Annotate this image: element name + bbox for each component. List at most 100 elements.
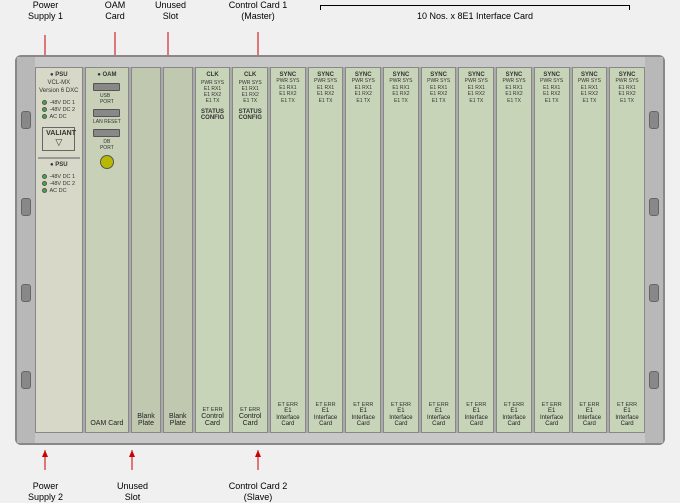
ctrl1-config: CONFIG — [201, 115, 224, 121]
led-row: AC DC — [42, 188, 75, 194]
e1-card-10: SYNC PWR SYSE1 RX1E1 RX2E1 TX ET ERR E1 … — [609, 67, 645, 433]
e1-8-label: E1 InterfaceCard — [537, 408, 567, 428]
led-green — [42, 107, 47, 112]
oam-indicator — [100, 155, 114, 169]
e1-card-8: SYNC PWR SYSE1 RX1E1 RX2E1 TX ET ERR E1 … — [534, 67, 570, 433]
mount-hole — [649, 371, 659, 389]
e1-card-6: SYNC PWR SYSE1 RX1E1 RX2E1 TX ET ERR E1 … — [458, 67, 494, 433]
led-label: -48V DC 2 — [49, 181, 75, 187]
led-label: -48V DC 1 — [49, 174, 75, 180]
oam-db-port — [93, 129, 120, 137]
led-label: AC DC — [49, 114, 66, 120]
label-control-card-2: Control Card 2 (Slave) — [218, 481, 298, 503]
label-unused-slot-2: Unused Slot — [110, 481, 155, 503]
e1-7-leds: PWR SYSE1 RX1E1 RX2E1 TX — [502, 78, 525, 104]
control-card-2-slot: CLK PWR SYSE1 RX1E1 RX2E1 TX STATUS CONF… — [232, 67, 268, 433]
ctrl2-leds: PWR SYSE1 RX1E1 RX2E1 TX — [235, 78, 265, 106]
label-power-supply-1: Power Supply 1 — [18, 0, 73, 22]
led-row: AC DC — [42, 114, 75, 120]
brand-v-icon: ▽ — [46, 137, 71, 148]
e1-3-leds: PWR SYSE1 RX1E1 RX2E1 TX — [352, 78, 375, 104]
e1-5-label: E1 InterfaceCard — [424, 408, 454, 428]
e1-card-1: SYNC PWR SYSE1 RX1E1 RX2E1 TX ET ERR E1 … — [270, 67, 306, 433]
led-label: -48V DC 1 — [49, 100, 75, 106]
led-green — [42, 188, 47, 193]
mount-hole — [21, 284, 31, 302]
brand-name: VALIANT — [46, 130, 71, 137]
e1-card-7: SYNC PWR SYSE1 RX1E1 RX2E1 TX ET ERR E1 … — [496, 67, 532, 433]
e1-card-9: SYNC PWR SYSE1 RX1E1 RX2E1 TX ET ERR E1 … — [572, 67, 608, 433]
blank1-label: Blank Plate — [137, 413, 155, 428]
label-control-card-1: Control Card 1 (Master) — [218, 0, 298, 22]
blank2-label: Blank Plate — [169, 413, 187, 428]
h-divider — [38, 157, 80, 159]
ctrl2-pwr: PWR SYSE1 RX1E1 RX2E1 TX — [237, 80, 263, 104]
e1-10-label: E1 InterfaceCard — [612, 408, 642, 428]
mount-hole — [649, 284, 659, 302]
e1-2-leds: PWR SYSE1 RX1E1 RX2E1 TX — [314, 78, 337, 104]
ear-right — [645, 57, 663, 443]
mount-hole — [21, 111, 31, 129]
ctrl2-slot-label: Control Card — [239, 413, 262, 428]
led-green — [42, 174, 47, 179]
psu1-slot: ● PSU VCL-MX Version 6 DXC -48V DC 1 -48… — [35, 67, 83, 433]
label-unused-slot: Unused Slot — [148, 0, 193, 22]
e1-4-leds: PWR SYSE1 RX1E1 RX2E1 TX — [389, 78, 412, 104]
page-wrapper: Power Supply 1 OAM Card Unused Slot Cont… — [0, 0, 680, 503]
e1-6-label: E1 InterfaceCard — [461, 408, 491, 428]
e1-card-4: SYNC PWR SYSE1 RX1E1 RX2E1 TX ET ERR E1 … — [383, 67, 419, 433]
mount-hole — [649, 111, 659, 129]
e1-9-label: E1 InterfaceCard — [575, 408, 605, 428]
e1-card-5: SYNC PWR SYSE1 RX1E1 RX2E1 TX ET ERR E1 … — [421, 67, 457, 433]
e1-6-leds: PWR SYSE1 RX1E1 RX2E1 TX — [465, 78, 488, 104]
label-oam-card: OAM Card — [95, 0, 135, 22]
led-green — [42, 100, 47, 105]
oam-lan-port — [93, 109, 120, 117]
psu2-leds: -48V DC 1 -48V DC 2 AC DC — [42, 173, 75, 195]
ctrl1-pwr: PWR SYSE1 RX1E1 RX2E1 TX — [200, 80, 226, 104]
e1-4-label: E1 InterfaceCard — [386, 408, 416, 428]
label-ten-nos: 10 Nos. x 8E1 Interface Card — [320, 5, 630, 22]
oam-slot: ● OAM USBPORT LAN RESET DBPORT OAM Card — [85, 67, 130, 433]
oam-db-label: DBPORT — [100, 139, 114, 151]
led-green — [42, 114, 47, 119]
e1-card-2: SYNC PWR SYSE1 RX1E1 RX2E1 TX ET ERR E1 … — [308, 67, 344, 433]
ctrl2-config: CONFIG — [239, 115, 262, 121]
e1-10-leds: PWR SYSE1 RX1E1 RX2E1 TX — [616, 78, 639, 104]
oam-lan-label: LAN RESET — [93, 119, 121, 125]
oam-slot-label: OAM Card — [90, 420, 123, 428]
e1-8-leds: PWR SYSE1 RX1E1 RX2E1 TX — [540, 78, 563, 104]
label-power-supply-2: Power Supply 2 — [18, 481, 73, 503]
chassis: ● PSU VCL-MX Version 6 DXC -48V DC 1 -48… — [15, 55, 665, 445]
mount-hole — [21, 198, 31, 216]
e1-1-leds: PWR SYSE1 RX1E1 RX2E1 TX — [276, 78, 299, 104]
blank-slot-2: Blank Plate — [163, 67, 193, 433]
oam-label: ● OAM — [97, 72, 116, 78]
oam-usb-label: USBPORT — [100, 93, 114, 105]
mount-hole — [21, 371, 31, 389]
psu1-label: ● PSU — [50, 72, 68, 78]
e1-7-label: E1 InterfaceCard — [499, 408, 529, 428]
led-row: -48V DC 1 — [42, 100, 75, 106]
psu2-small-label: ● PSU — [50, 162, 68, 168]
e1-card-3: SYNC PWR SYSE1 RX1E1 RX2E1 TX ET ERR E1 … — [345, 67, 381, 433]
led-label: AC DC — [49, 188, 66, 194]
ear-left — [17, 57, 35, 443]
e1-3-label: E1 InterfaceCard — [348, 408, 378, 428]
led-green — [42, 181, 47, 186]
e1-2-label: E1 InterfaceCard — [311, 408, 341, 428]
slots-container: ● PSU VCL-MX Version 6 DXC -48V DC 1 -48… — [35, 67, 645, 433]
led-row: -48V DC 2 — [42, 107, 75, 113]
led-row: -48V DC 2 — [42, 181, 75, 187]
e1-9-leds: PWR SYSE1 RX1E1 RX2E1 TX — [578, 78, 601, 104]
psu1-model: VCL-MX Version 6 DXC — [38, 80, 80, 96]
control-card-1-slot: CLK PWR SYSE1 RX1E1 RX2E1 TX STATUS CONF… — [195, 67, 231, 433]
led-label: -48V DC 2 — [49, 107, 75, 113]
ctrl1-leds: PWR SYSE1 RX1E1 RX2E1 TX — [198, 78, 228, 106]
ctrl1-slot-label: Control Card — [201, 413, 224, 428]
led-row: -48V DC 1 — [42, 174, 75, 180]
blank-slot-1: Blank Plate — [131, 67, 161, 433]
e1-5-leds: PWR SYSE1 RX1E1 RX2E1 TX — [427, 78, 450, 104]
psu1-leds: -48V DC 1 -48V DC 2 AC DC — [42, 99, 75, 121]
oam-usb-port — [93, 83, 120, 91]
